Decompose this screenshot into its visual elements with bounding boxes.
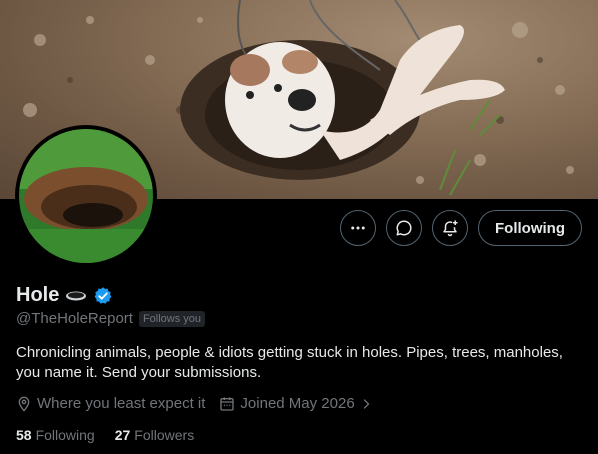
following-count: 58 (16, 427, 32, 443)
profile-meta: Where you least expect it Joined May 202… (16, 395, 372, 412)
profile-handle: @TheHoleReport (16, 310, 133, 327)
following-button[interactable]: Following (478, 210, 582, 246)
hole-emoji-icon (66, 291, 87, 300)
profile-bio: Chronicling animals, people & idiots get… (16, 344, 563, 381)
location-pin-icon (18, 396, 30, 412)
avatar-image (19, 129, 153, 263)
follows-you-badge: Follows you (138, 310, 206, 327)
following-stat-link[interactable]: 58 Following (16, 427, 95, 443)
profile-name: Hole (16, 284, 60, 306)
profile-avatar[interactable] (15, 125, 157, 267)
profile-actions: Following (340, 210, 582, 246)
profile-handle-row: @TheHoleReport Follows you (16, 310, 206, 327)
bell-plus-icon (443, 220, 458, 237)
followers-count: 27 (114, 427, 131, 443)
joined-text: Joined May 2026 (240, 395, 355, 412)
profile-joined[interactable]: Joined May 2026 (219, 395, 371, 412)
profile-location: Where you least expect it (16, 395, 205, 412)
chevron-right-icon (363, 398, 370, 409)
more-button[interactable] (340, 210, 377, 246)
location-text: Where you least expect it (37, 395, 206, 412)
message-bubble-icon (396, 220, 412, 236)
profile-stats: 58 Following 27 Followers (16, 427, 194, 443)
more-horizontal-icon (351, 226, 365, 230)
following-label: Following (35, 427, 95, 443)
followers-label: Followers (134, 427, 195, 443)
profile-name-row: Hole (16, 284, 113, 307)
calendar-icon (220, 396, 235, 411)
notify-button[interactable] (432, 210, 469, 246)
message-button[interactable] (386, 210, 423, 246)
verified-badge-icon[interactable] (93, 286, 113, 306)
followers-stat-link[interactable]: 27 Followers (115, 427, 194, 443)
